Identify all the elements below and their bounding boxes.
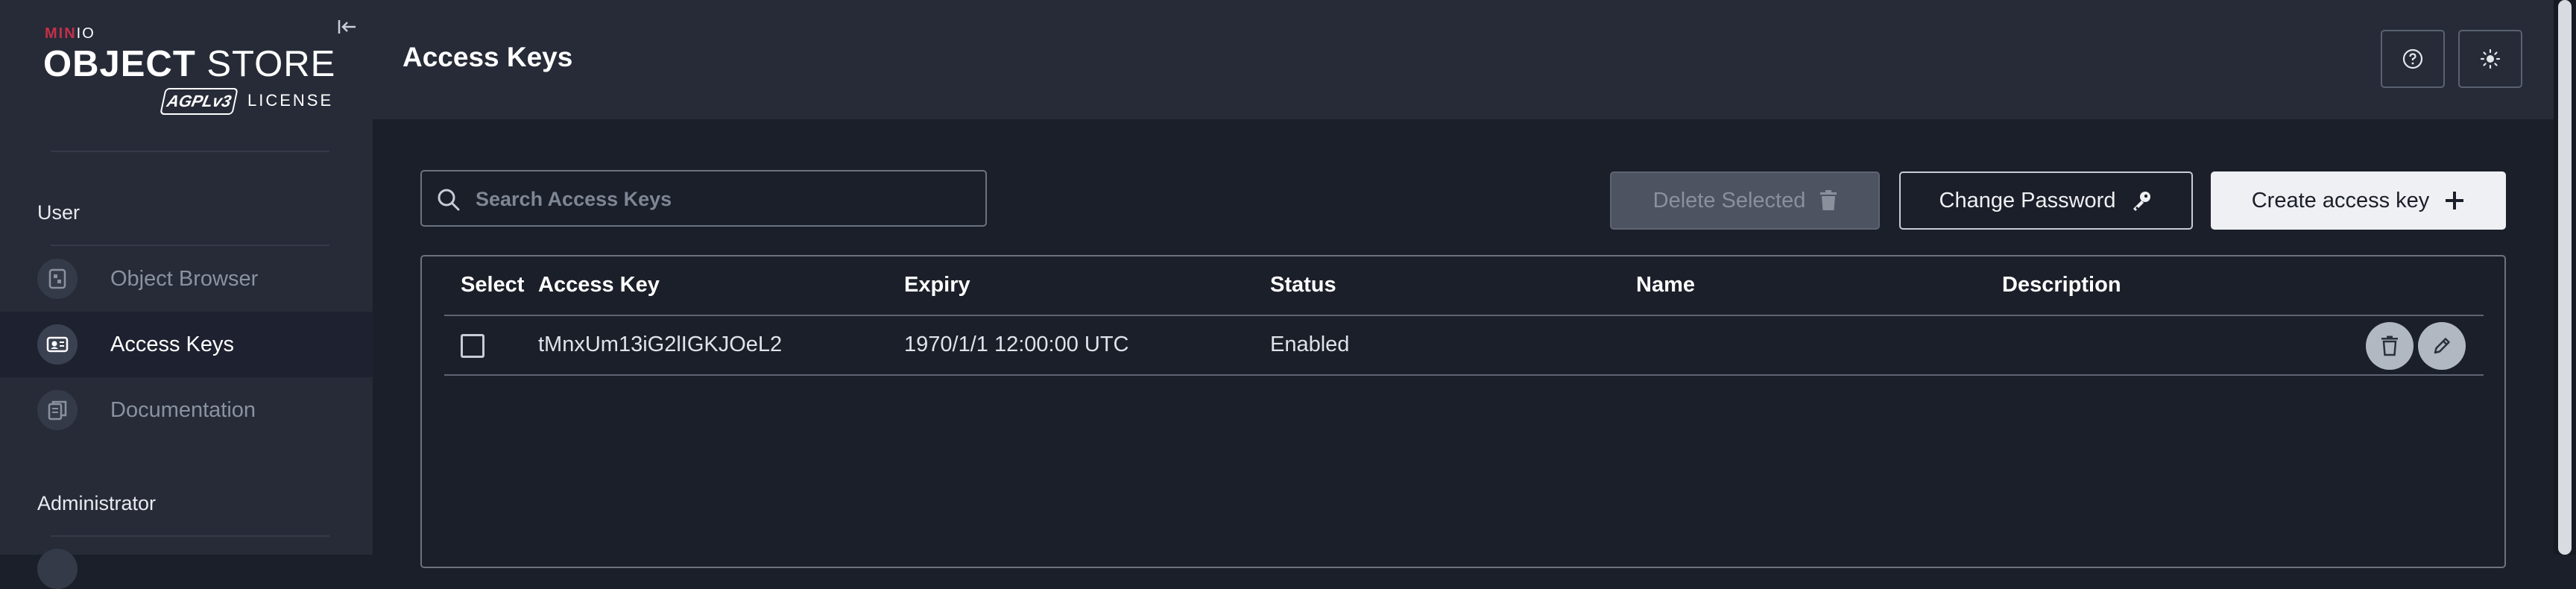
change-password-button[interactable]: Change Password xyxy=(1899,171,2193,230)
delete-selected-button[interactable]: Delete Selected xyxy=(1610,171,1880,230)
logo-brand: MINIO xyxy=(45,25,95,42)
cell-status: Enabled xyxy=(1270,333,1350,356)
collapse-sidebar-button[interactable] xyxy=(337,16,358,37)
column-header-description[interactable]: Description xyxy=(2002,273,2121,297)
change-password-label: Change Password xyxy=(1939,188,2116,212)
column-header-expiry[interactable]: Expiry xyxy=(904,273,970,297)
table-row-divider xyxy=(444,374,2484,376)
column-header-access-key[interactable]: Access Key xyxy=(538,273,660,297)
sidebar-divider xyxy=(51,151,329,152)
cell-access-key: tMnxUm13iG2lIGKJOeL2 xyxy=(538,333,783,356)
table-header-divider xyxy=(444,315,2484,316)
create-access-key-label: Create access key xyxy=(2251,188,2430,212)
section-label-administrator: Administrator xyxy=(37,492,157,514)
search-icon xyxy=(438,189,460,211)
sidebar-item-label: Access Keys xyxy=(110,332,234,356)
administrator-item-icon xyxy=(37,549,78,589)
sidebar-item-object-browser[interactable]: Object Browser xyxy=(0,246,373,312)
sidebar: MINIO OBJECT STORE AGPLv3 LICENSE User O… xyxy=(0,0,373,589)
collapse-left-icon xyxy=(338,20,356,34)
section-label-user: User xyxy=(37,201,80,224)
theme-toggle-button[interactable] xyxy=(2458,30,2522,88)
sidebar-item-label: Object Browser xyxy=(110,266,259,291)
row-select-checkbox[interactable] xyxy=(461,334,484,358)
logo-license: LICENSE xyxy=(247,91,334,110)
create-access-key-button[interactable]: Create access key xyxy=(2211,171,2506,230)
object-browser-icon xyxy=(37,259,78,299)
edit-row-button[interactable] xyxy=(2418,322,2466,370)
help-button[interactable] xyxy=(2381,30,2445,88)
column-header-status[interactable]: Status xyxy=(1270,273,1336,297)
agpl-badge: AGPLv3 xyxy=(160,88,239,115)
page-header: Access Keys xyxy=(373,0,2554,119)
logo-product: OBJECT STORE xyxy=(43,44,336,84)
sidebar-item-label: Documentation xyxy=(110,397,256,422)
trash-icon xyxy=(2381,336,2398,356)
cell-expiry: 1970/1/1 12:00:00 UTC xyxy=(904,333,1129,356)
search-input[interactable] xyxy=(474,182,969,216)
access-keys-icon xyxy=(37,324,78,365)
search-box[interactable] xyxy=(420,170,987,227)
sidebar-divider xyxy=(51,535,329,537)
column-header-select[interactable]: Select xyxy=(461,273,524,297)
access-keys-table xyxy=(420,255,2506,568)
documentation-icon xyxy=(37,390,78,430)
trash-icon xyxy=(1820,190,1837,210)
plus-icon xyxy=(2446,192,2464,210)
key-icon xyxy=(2133,192,2151,211)
sun-icon xyxy=(2480,48,2501,69)
delete-selected-label: Delete Selected xyxy=(1652,188,1806,212)
help-circle-icon xyxy=(2402,48,2423,69)
column-header-name[interactable]: Name xyxy=(1636,273,1695,297)
scrollbar-thumb[interactable] xyxy=(2558,0,2572,555)
pencil-icon xyxy=(2434,338,2450,354)
delete-row-button[interactable] xyxy=(2366,322,2414,370)
page-title: Access Keys xyxy=(402,42,573,72)
sidebar-item-access-keys[interactable]: Access Keys xyxy=(0,312,373,377)
minio-logo[interactable]: MINIO OBJECT STORE AGPLv3 LICENSE xyxy=(43,22,336,115)
sidebar-item-documentation[interactable]: Documentation xyxy=(0,377,373,443)
